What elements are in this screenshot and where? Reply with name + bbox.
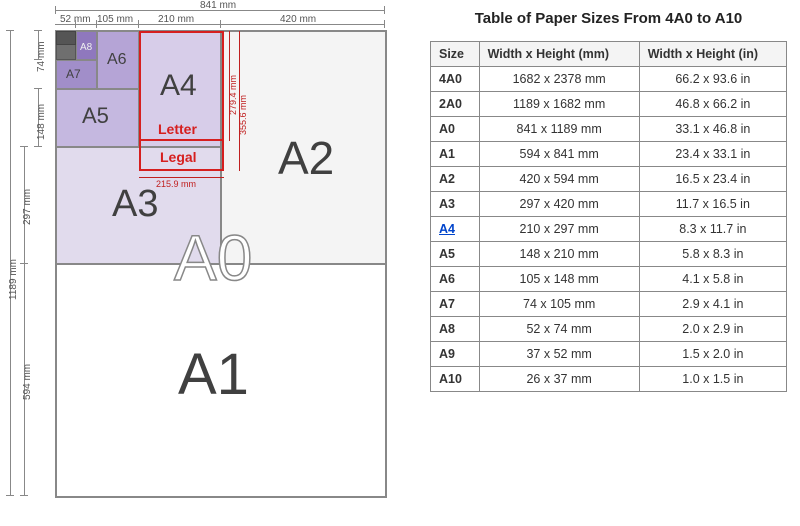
cell-mm: 841 x 1189 mm bbox=[479, 117, 639, 142]
cell-mm: 26 x 37 mm bbox=[479, 367, 639, 392]
cell-size[interactable]: A4 bbox=[431, 217, 480, 242]
tick bbox=[220, 20, 221, 28]
cell-mm: 52 x 74 mm bbox=[479, 317, 639, 342]
paper-size-table: Size Width x Height (mm) Width x Height … bbox=[430, 41, 787, 392]
cell-size: A1 bbox=[431, 142, 480, 167]
cell-mm: 74 x 105 mm bbox=[479, 292, 639, 317]
dim-74: 74 mm bbox=[36, 41, 47, 72]
dim-1189: 1189 mm bbox=[8, 259, 19, 300]
cell-size: A5 bbox=[431, 242, 480, 267]
table-row: 4A01682 x 2378 mm66.2 x 93.6 in bbox=[431, 67, 787, 92]
cell-size: 2A0 bbox=[431, 92, 480, 117]
dim-letter-w bbox=[139, 177, 224, 178]
cell-size: A10 bbox=[431, 367, 480, 392]
table-row: A5148 x 210 mm5.8 x 8.3 in bbox=[431, 242, 787, 267]
table-row: A937 x 52 mm1.5 x 2.0 in bbox=[431, 342, 787, 367]
cell-size: A6 bbox=[431, 267, 480, 292]
table-section: Table of Paper Sizes From 4A0 to A10 Siz… bbox=[430, 10, 787, 392]
cell-in: 5.8 x 8.3 in bbox=[639, 242, 786, 267]
cell-size: A3 bbox=[431, 192, 480, 217]
tick bbox=[384, 6, 385, 14]
tick bbox=[20, 263, 28, 264]
col-mm: Width x Height (mm) bbox=[479, 42, 639, 67]
cell-mm: 210 x 297 mm bbox=[479, 217, 639, 242]
tick bbox=[34, 30, 42, 31]
cell-in: 46.8 x 66.2 in bbox=[639, 92, 786, 117]
a1-box bbox=[56, 264, 386, 497]
tick bbox=[20, 146, 28, 147]
col-in: Width x Height (in) bbox=[639, 42, 786, 67]
cell-in: 16.5 x 23.4 in bbox=[639, 167, 786, 192]
tick bbox=[20, 495, 28, 496]
tick bbox=[55, 6, 56, 14]
cell-in: 23.4 x 33.1 in bbox=[639, 142, 786, 167]
tick bbox=[96, 20, 97, 28]
tick bbox=[75, 20, 76, 28]
cell-in: 1.0 x 1.5 in bbox=[639, 367, 786, 392]
table-row: A2420 x 594 mm16.5 x 23.4 in bbox=[431, 167, 787, 192]
dim-594: 594 mm bbox=[22, 364, 33, 400]
a8-box bbox=[76, 31, 97, 60]
table-row: A0841 x 1189 mm33.1 x 46.8 in bbox=[431, 117, 787, 142]
dim-148: 148 mm bbox=[36, 104, 47, 140]
tick bbox=[138, 20, 139, 28]
cell-in: 4.1 x 5.8 in bbox=[639, 267, 786, 292]
cell-size: A8 bbox=[431, 317, 480, 342]
cell-mm: 297 x 420 mm bbox=[479, 192, 639, 217]
cell-in: 2.0 x 2.9 in bbox=[639, 317, 786, 342]
cell-size: A9 bbox=[431, 342, 480, 367]
table-row: A1026 x 37 mm1.0 x 1.5 in bbox=[431, 367, 787, 392]
table-row: 2A01189 x 1682 mm46.8 x 66.2 in bbox=[431, 92, 787, 117]
dim-841: 841 mm bbox=[200, 0, 236, 11]
table-row: A4 210 x 297 mm8.3 x 11.7 in bbox=[431, 217, 787, 242]
legal-box bbox=[139, 31, 224, 171]
cell-mm: 105 x 148 mm bbox=[479, 267, 639, 292]
dim-line-105 bbox=[96, 24, 138, 25]
cell-mm: 1682 x 2378 mm bbox=[479, 67, 639, 92]
cell-size: A7 bbox=[431, 292, 480, 317]
dim-297: 297 mm bbox=[22, 189, 33, 225]
col-size: Size bbox=[431, 42, 480, 67]
cell-in: 8.3 x 11.7 in bbox=[639, 217, 786, 242]
cell-in: 2.9 x 4.1 in bbox=[639, 292, 786, 317]
a0-box: A8 A7 A6 A5 A4 Letter Legal A3 A2 A0 A1 … bbox=[55, 30, 387, 498]
cell-mm: 37 x 52 mm bbox=[479, 342, 639, 367]
table-title: Table of Paper Sizes From 4A0 to A10 bbox=[430, 10, 787, 27]
dim-210: 210 mm bbox=[158, 14, 194, 25]
dim-420: 420 mm bbox=[280, 14, 316, 25]
a5-box bbox=[56, 89, 139, 147]
table-row: A852 x 74 mm2.0 x 2.9 in bbox=[431, 317, 787, 342]
table-header-row: Size Width x Height (mm) Width x Height … bbox=[431, 42, 787, 67]
cell-size: A0 bbox=[431, 117, 480, 142]
dim-legal-h bbox=[239, 31, 240, 171]
table-row: A774 x 105 mm2.9 x 4.1 in bbox=[431, 292, 787, 317]
table-row: A6105 x 148 mm4.1 x 5.8 in bbox=[431, 267, 787, 292]
dim-letter-h bbox=[229, 31, 230, 141]
table-row: A1594 x 841 mm23.4 x 33.1 in bbox=[431, 142, 787, 167]
tick bbox=[6, 495, 14, 496]
table-row: A3297 x 420 mm11.7 x 16.5 in bbox=[431, 192, 787, 217]
cell-size: 4A0 bbox=[431, 67, 480, 92]
tick bbox=[6, 30, 14, 31]
a2-box bbox=[221, 31, 386, 264]
cell-in: 66.2 x 93.6 in bbox=[639, 67, 786, 92]
cell-in: 33.1 x 46.8 in bbox=[639, 117, 786, 142]
cell-in: 11.7 x 16.5 in bbox=[639, 192, 786, 217]
a10-box bbox=[56, 31, 76, 45]
size-link[interactable]: A4 bbox=[439, 222, 455, 236]
cell-in: 1.5 x 2.0 in bbox=[639, 342, 786, 367]
a6-box bbox=[97, 31, 139, 89]
tick bbox=[34, 146, 42, 147]
a7-box bbox=[56, 60, 97, 89]
cell-size: A2 bbox=[431, 167, 480, 192]
tick bbox=[384, 20, 385, 28]
cell-mm: 1189 x 1682 mm bbox=[479, 92, 639, 117]
cell-mm: 148 x 210 mm bbox=[479, 242, 639, 267]
cell-mm: 594 x 841 mm bbox=[479, 142, 639, 167]
cell-mm: 420 x 594 mm bbox=[479, 167, 639, 192]
tick bbox=[34, 88, 42, 89]
